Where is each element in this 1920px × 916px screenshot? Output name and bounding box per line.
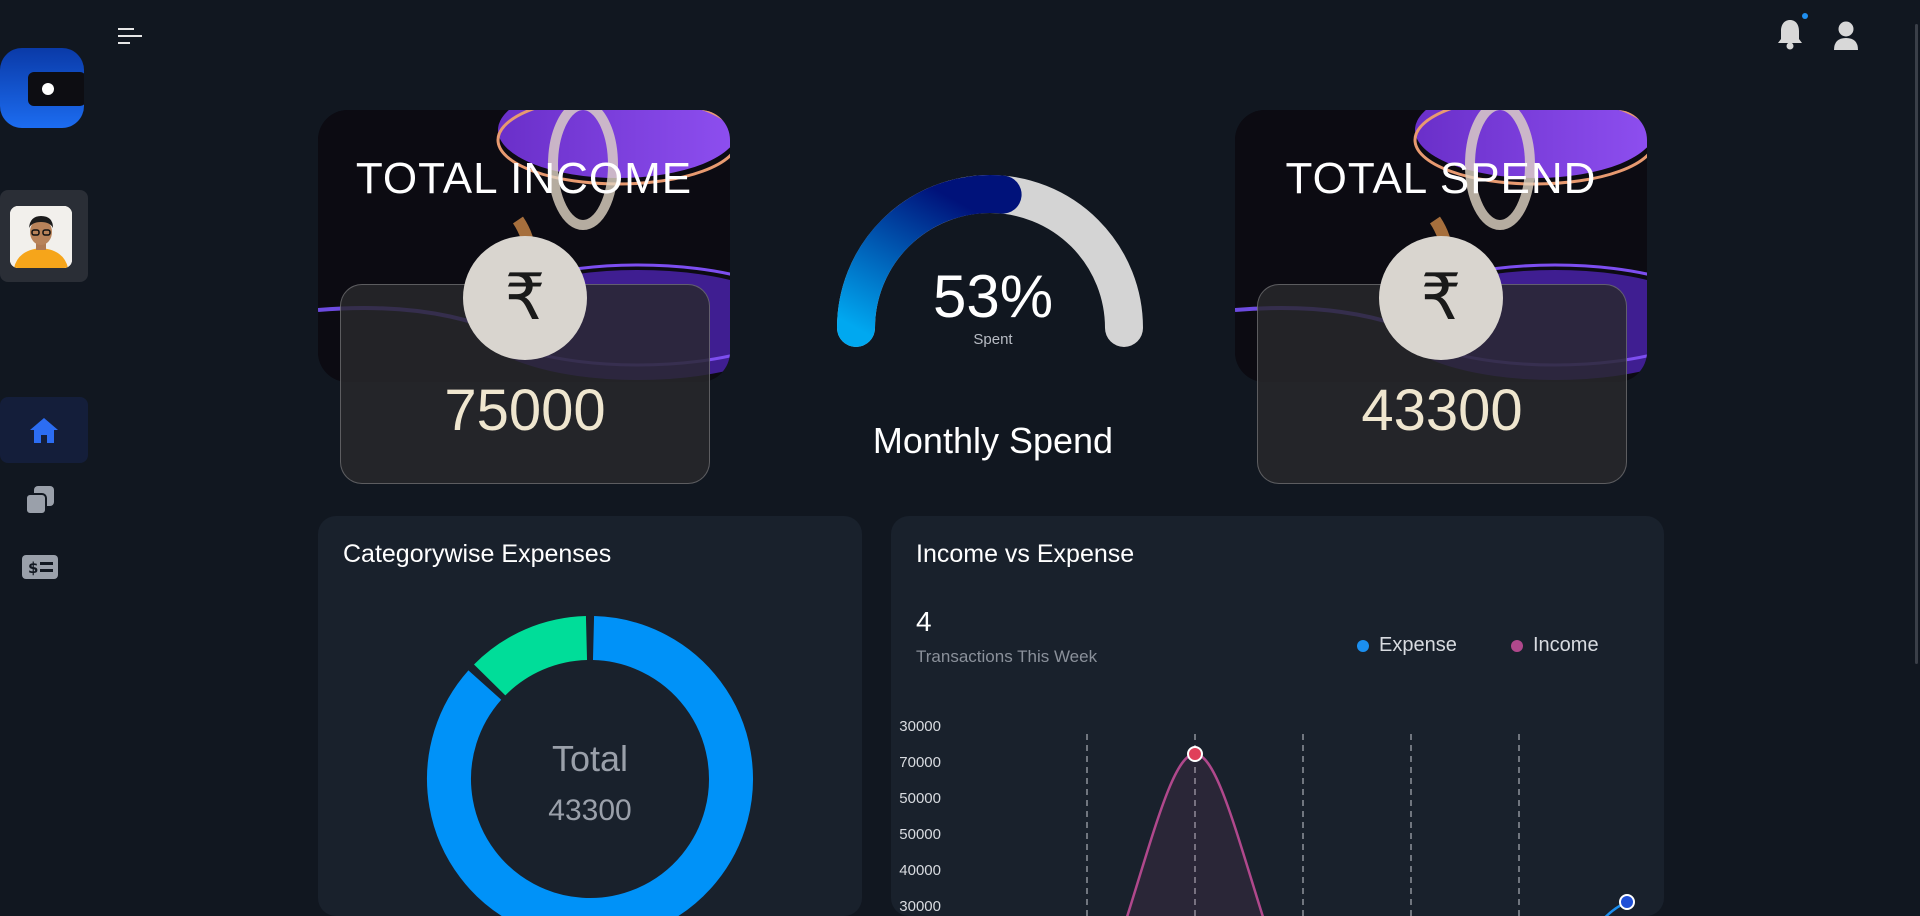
menu-icon[interactable] <box>118 26 142 46</box>
monthly-spend-title: Monthly Spend <box>872 420 1114 461</box>
sidebar: $ <box>0 0 90 906</box>
user-icon[interactable] <box>1832 20 1860 52</box>
scrollbar[interactable] <box>1914 0 1920 665</box>
legend-income[interactable]: Income <box>1511 634 1599 657</box>
y-tick-label: 70000 <box>899 754 941 771</box>
svg-text:$: $ <box>28 559 38 577</box>
legend-expense[interactable]: Expense <box>1357 634 1457 657</box>
income-vs-expense-panel: Income vs Expense 4 Transactions This We… <box>891 516 1664 916</box>
notification-dot <box>1802 13 1808 19</box>
avatar <box>10 206 72 268</box>
transactions-count: 4 <box>916 606 932 637</box>
income-area <box>1127 754 1263 916</box>
profile-card[interactable] <box>0 190 88 282</box>
legend-dot <box>1357 639 1369 652</box>
rupee-icon: ₹ <box>463 236 587 360</box>
y-tick-label: 50000 <box>899 790 941 807</box>
card-title: TOTAL INCOME <box>355 154 693 203</box>
y-tick-label: 40000 <box>899 862 941 879</box>
categorywise-expenses-panel: Categorywise Expenses Total 43300 <box>318 516 862 916</box>
donut-total-value: 43300 <box>548 794 632 827</box>
expense-point[interactable] <box>1619 894 1635 910</box>
legend-label: Expense <box>1379 634 1457 656</box>
income-point[interactable] <box>1187 746 1203 762</box>
app-logo[interactable] <box>0 48 84 128</box>
income-expense-chart: 30000 70000 50000 50000 40000 30000 <box>899 718 1635 916</box>
gauge-label: Spent <box>973 331 1013 348</box>
y-tick-label: 30000 <box>899 718 941 735</box>
panel-title: Income vs Expense <box>916 540 1135 568</box>
income-value: 75000 <box>444 378 606 443</box>
card-title: TOTAL SPEND <box>1285 154 1597 203</box>
gauge-percent: 53% <box>932 263 1054 330</box>
nav-home[interactable] <box>0 397 88 463</box>
legend-label: Income <box>1533 634 1599 656</box>
home-icon <box>30 418 58 443</box>
rupee-icon: ₹ <box>1379 236 1503 360</box>
legend-dot <box>1511 639 1523 652</box>
donut-slice-1[interactable] <box>474 616 588 696</box>
donut-total-label: Total <box>551 738 629 779</box>
notification-bell-icon[interactable] <box>1776 18 1804 50</box>
y-tick-label: 50000 <box>899 826 941 843</box>
nav-copy[interactable] <box>0 467 84 533</box>
category-donut-chart <box>427 616 753 916</box>
dollar-bill-icon: $ <box>22 555 58 579</box>
transactions-label: Transactions This Week <box>916 647 1098 666</box>
y-tick-label: 30000 <box>899 898 941 915</box>
nav-bills[interactable]: $ <box>0 534 84 600</box>
spend-value: 43300 <box>1361 378 1523 443</box>
copy-icon <box>25 486 54 515</box>
